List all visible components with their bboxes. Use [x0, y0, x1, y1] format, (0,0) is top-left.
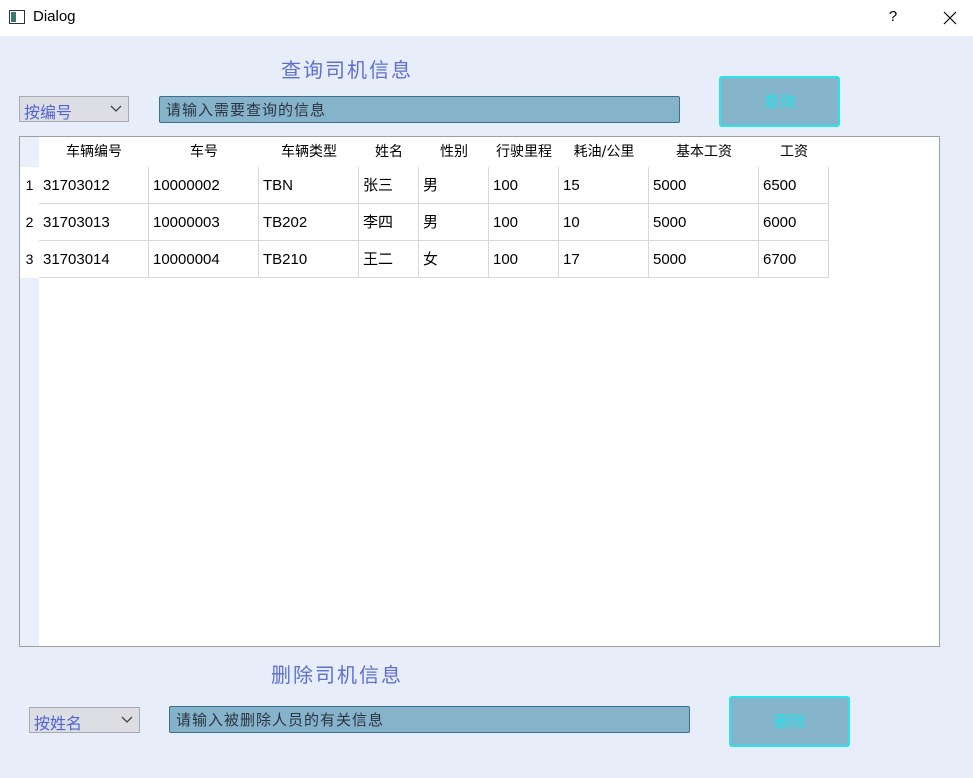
table-cell[interactable]: TB202	[259, 204, 359, 241]
table-cell[interactable]: TBN	[259, 167, 359, 204]
query-mode-select[interactable]: 按编号	[19, 96, 129, 122]
query-button[interactable]: 查询	[719, 76, 840, 127]
delete-mode-select[interactable]: 按姓名	[29, 707, 140, 733]
table-cell[interactable]: 5000	[649, 167, 759, 204]
query-section-title: 查询司机信息	[281, 58, 413, 82]
table-cell[interactable]: 男	[419, 204, 489, 241]
table-cell[interactable]: 31703012	[39, 167, 149, 204]
row-number[interactable]: 2	[20, 204, 39, 241]
table-cell[interactable]: 31703014	[39, 241, 149, 278]
help-button[interactable]: ?	[878, 0, 908, 36]
close-icon	[943, 11, 957, 25]
table-cell[interactable]: 100	[489, 204, 559, 241]
delete-section-title: 删除司机信息	[271, 663, 403, 687]
table-cell[interactable]: 10	[559, 204, 649, 241]
column-header[interactable]: 基本工资	[649, 137, 759, 167]
table-cell[interactable]: 10000002	[149, 167, 259, 204]
table-cell[interactable]: 6700	[759, 241, 829, 278]
table-cell[interactable]: 15	[559, 167, 649, 204]
title-bar: Dialog ?	[0, 0, 973, 36]
table-cell[interactable]: 5000	[649, 204, 759, 241]
table-cell[interactable]: 李四	[359, 204, 419, 241]
column-header[interactable]: 车辆编号	[39, 137, 149, 167]
table-cell[interactable]: 10000004	[149, 241, 259, 278]
table-cell[interactable]: 31703013	[39, 204, 149, 241]
table-cell[interactable]: 张三	[359, 167, 419, 204]
app-icon	[9, 10, 25, 24]
chevron-down-icon	[110, 105, 122, 112]
delete-input[interactable]	[169, 706, 690, 733]
table-cell[interactable]: 17	[559, 241, 649, 278]
table-cell[interactable]: 6500	[759, 167, 829, 204]
delete-mode-value: 按姓名	[34, 714, 83, 733]
column-header[interactable]: 车辆类型	[259, 137, 359, 167]
query-input[interactable]	[159, 96, 680, 123]
window-title: Dialog	[33, 8, 76, 25]
close-button[interactable]	[930, 0, 970, 36]
table-cell[interactable]: 女	[419, 241, 489, 278]
chevron-down-icon	[121, 716, 133, 723]
column-header[interactable]: 工资	[759, 137, 829, 167]
column-header[interactable]: 耗油/公里	[559, 137, 649, 167]
delete-button[interactable]: 删除	[729, 696, 850, 747]
query-mode-value: 按编号	[24, 103, 73, 122]
table-cell[interactable]: 王二	[359, 241, 419, 278]
driver-table[interactable]: 车辆编号 车号 车辆类型 姓名 性别 行驶里程 耗油/公里 基本工资 工资 1 31703012 10…	[19, 136, 940, 647]
table-cell[interactable]: 男	[419, 167, 489, 204]
column-header[interactable]: 姓名	[359, 137, 419, 167]
table-cell[interactable]: 6000	[759, 204, 829, 241]
table-cell[interactable]: TB210	[259, 241, 359, 278]
table-cell[interactable]: 10000003	[149, 204, 259, 241]
table-cell[interactable]: 100	[489, 241, 559, 278]
table-cell[interactable]: 5000	[649, 241, 759, 278]
column-header[interactable]: 车号	[149, 137, 259, 167]
row-number[interactable]: 1	[20, 167, 39, 204]
column-header[interactable]: 行驶里程	[489, 137, 559, 167]
column-header[interactable]: 性别	[419, 137, 489, 167]
table-cell[interactable]: 100	[489, 167, 559, 204]
row-number[interactable]: 3	[20, 241, 39, 278]
